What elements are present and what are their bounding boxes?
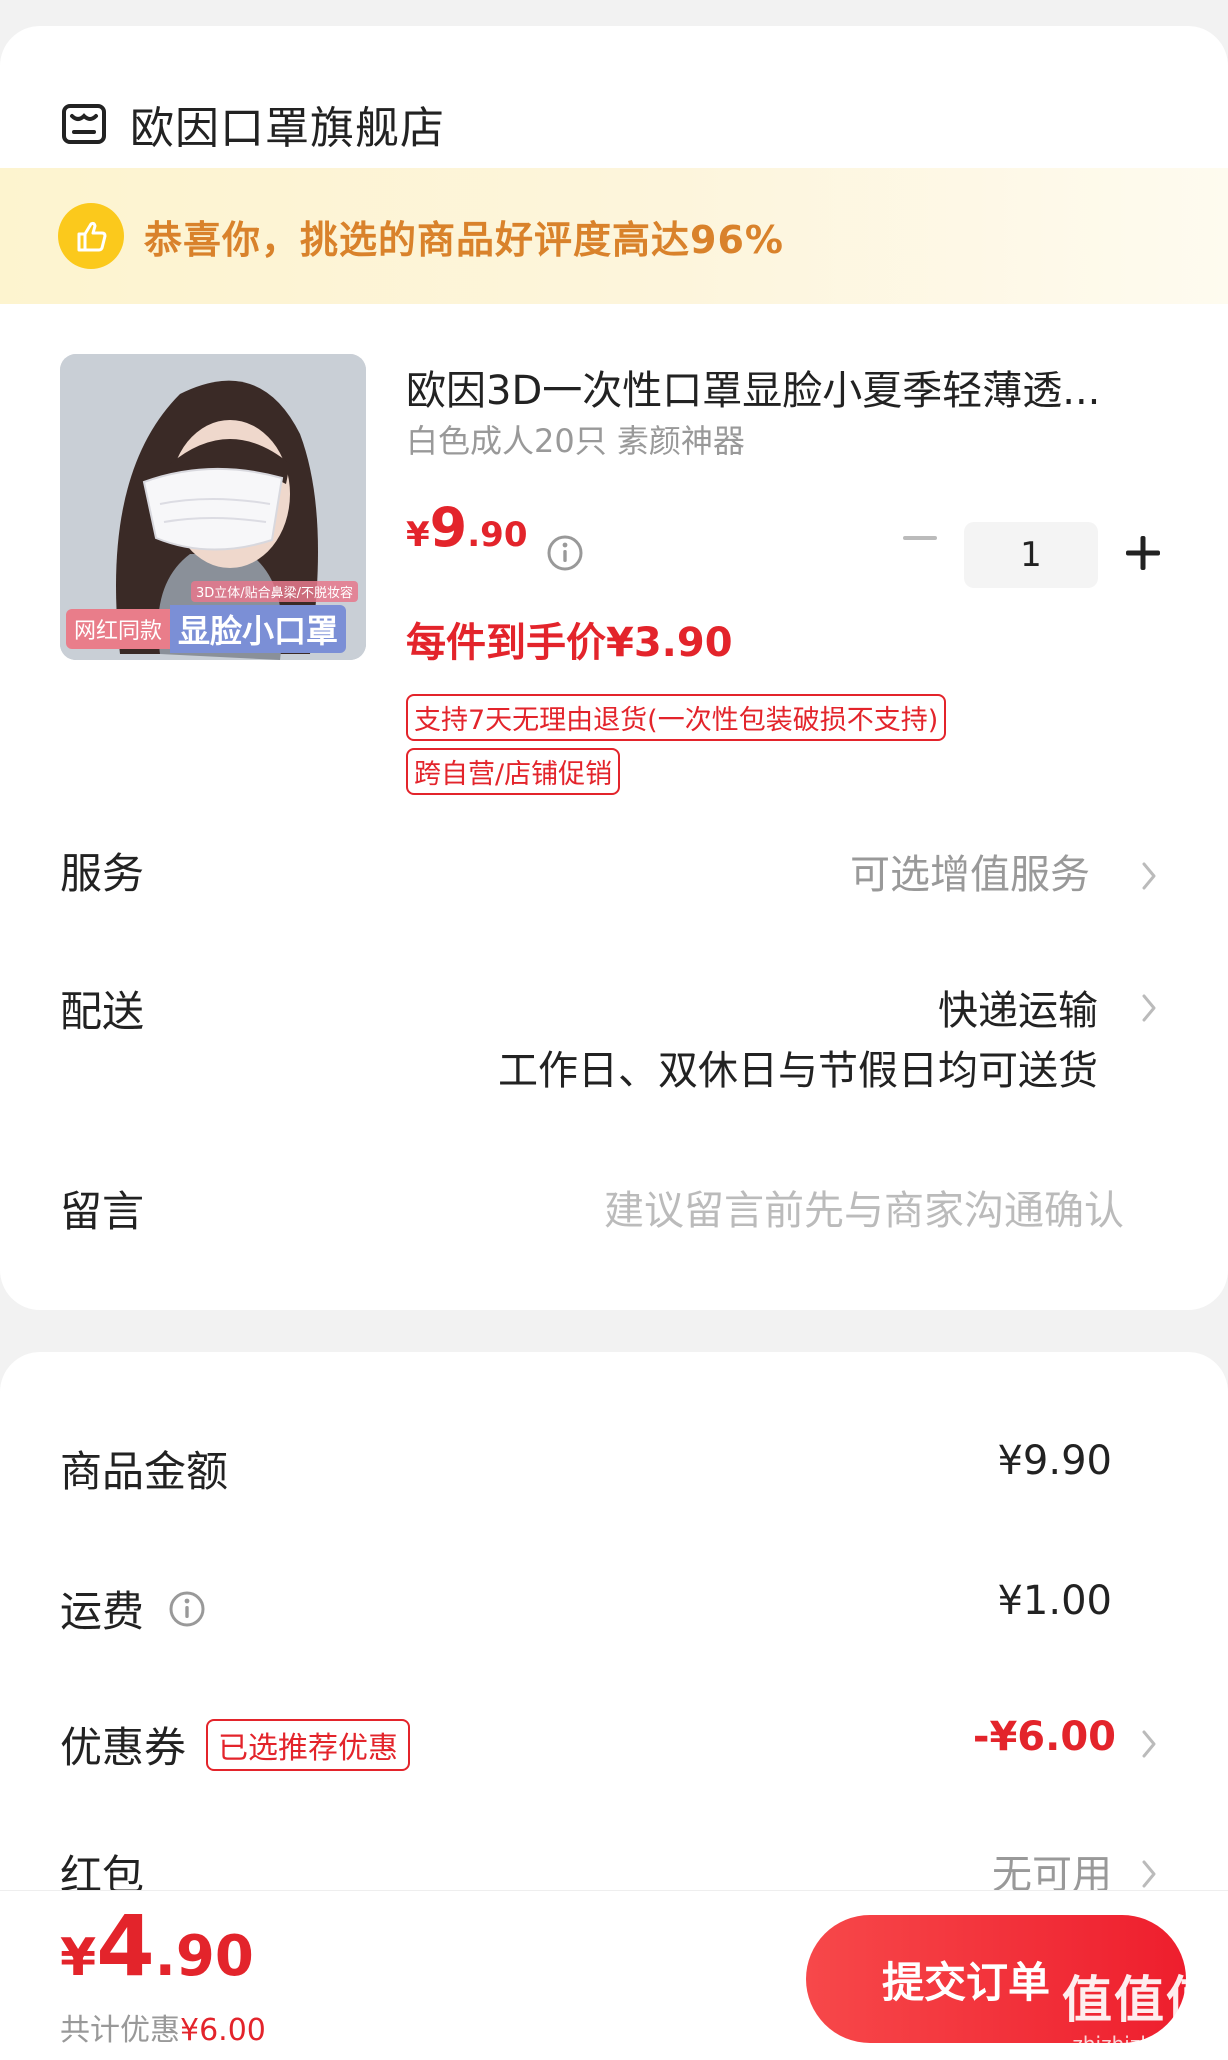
coupon-label: 优惠券 [60,1723,187,1772]
total-decimal: .90 [154,1924,254,1989]
quantity-input[interactable]: 1 [964,522,1098,588]
thumbs-up-icon [58,203,124,269]
shipping-label-row: 运费 [60,1578,206,1639]
image-tag-title: 显脸小口罩 [170,605,347,653]
service-value[interactable]: 可选增值服务 [850,842,1090,900]
watermark-logo: 值值值 [1062,1971,1218,2029]
image-tag: 网红同款 显脸小口罩 [66,605,360,653]
goods-amount-value: ¥9.90 [997,1438,1112,1484]
product-spec[interactable]: 白色成人20只 素颜神器 [406,416,745,462]
total-saving: 共计优惠¥6.00 [60,2005,266,2049]
coupon-value[interactable]: -¥6.00 [973,1714,1116,1760]
price-currency: ¥ [406,515,430,555]
product-title[interactable]: 欧因3D一次性口罩显脸小夏季轻薄透... [406,358,1186,416]
price-decimal: .90 [467,515,528,555]
service-label: 服务 [60,849,145,898]
image-caption-small: 3D立体/贴合鼻梁/不脱妆容 [190,581,358,602]
chevron-right-icon[interactable] [1138,856,1160,896]
saving-amount: ¥6.00 [180,2013,266,2048]
store-icon [62,104,106,144]
goods-amount-label: 商品金额 [60,1447,229,1496]
watermark: 值值值 zhizhizhi.com [1062,1960,1218,2056]
chevron-right-icon[interactable] [1138,1854,1160,1894]
product-image[interactable]: 3D立体/贴合鼻梁/不脱妆容 网红同款 显脸小口罩 [60,354,366,660]
message-label: 留言 [60,1187,145,1236]
order-card: 欧因口罩旗舰店 恭喜你，挑选的商品好评度高达96% 3D立体/贴合鼻梁/不脱妆容… [0,26,1228,1310]
coupon-badge: 已选推荐优惠 [206,1718,411,1771]
return-policy-tag: 支持7天无理由退货(一次性包装破损不支持) [406,694,947,741]
quantity-decrease-button[interactable] [900,518,940,558]
product-price: ¥ 9 .90 [406,496,527,559]
total-price: ¥ 4 .90 [60,1897,254,1995]
checkout-bar: ¥ 4 .90 共计优惠¥6.00 提交订单 值值值 zhizhizhi.com [0,1890,1228,2060]
chevron-right-icon[interactable] [1138,1724,1160,1764]
shipping-value: ¥1.00 [997,1578,1112,1624]
watermark-url: zhizhizhi.com [1072,2032,1208,2056]
delivery-label: 配送 [60,987,145,1036]
shipping-label: 运费 [60,1587,145,1636]
saving-label: 共计优惠 [60,2013,180,2048]
total-integer: 4 [96,1897,155,1995]
delivery-value[interactable]: 快递运输 [938,978,1098,1036]
store-name: 欧因口罩旗舰店 [130,103,445,154]
store-header[interactable]: 欧因口罩旗舰店 [60,72,445,176]
image-tag-hot: 网红同款 [66,609,171,649]
delivery-sub: 工作日、双休日与节假日均可送货 [498,1048,1098,1094]
message-input[interactable]: 建议留言前先与商家沟通确认 [604,1178,1124,1236]
coupon-label-row: 优惠券 已选推荐优惠 [60,1714,411,1775]
price-info-icon[interactable] [546,534,584,572]
promotion-tag: 跨自营/店铺促销 [406,748,621,795]
praise-banner: 恭喜你，挑选的商品好评度高达96% [0,168,1228,304]
shipping-info-icon[interactable] [168,1590,206,1628]
total-currency: ¥ [60,1928,97,1988]
price-integer: 9 [429,496,468,559]
unit-price: 每件到手价¥3.90 [406,620,733,666]
quantity-increase-button[interactable] [1124,534,1162,572]
chevron-right-icon[interactable] [1138,988,1160,1028]
banner-text: 恭喜你，挑选的商品好评度高达96% [144,217,784,262]
